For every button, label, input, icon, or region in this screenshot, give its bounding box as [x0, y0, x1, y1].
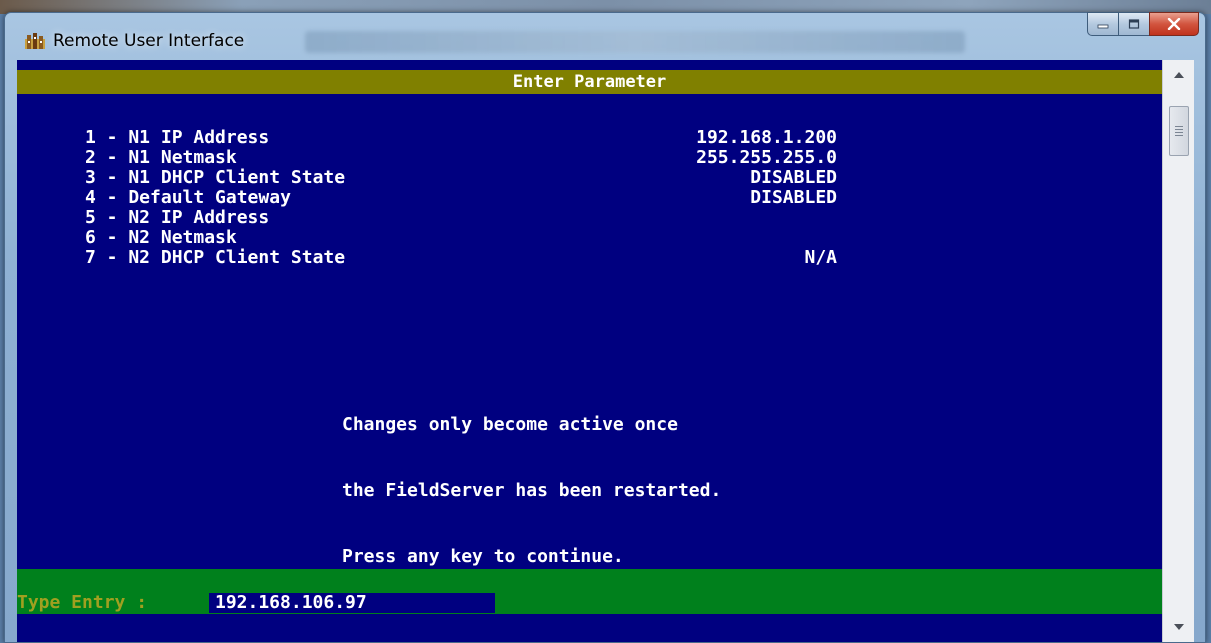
client-area: Enter Parameter 1 - N1 IP Address 192.16…: [17, 60, 1194, 642]
maximize-button[interactable]: [1118, 12, 1149, 36]
close-button[interactable]: [1149, 12, 1199, 36]
close-icon: [1167, 18, 1181, 30]
scroll-down-button[interactable]: [1163, 616, 1194, 638]
param-label: 5 - N2 IP Address: [85, 207, 270, 228]
window-title: Remote User Interface: [53, 31, 245, 51]
entry-field[interactable]: [209, 593, 495, 613]
param-row[interactable]: 4 - Default Gateway DISABLED: [17, 188, 1162, 208]
notice-line: the FieldServer has been restarted.: [342, 480, 722, 501]
param-row[interactable]: 6 - N2 Netmask: [17, 228, 1162, 248]
param-row[interactable]: 7 - N2 DHCP Client State N/A: [17, 248, 1162, 268]
param-value: 255.255.255.0: [696, 147, 837, 168]
terminal-screen[interactable]: Enter Parameter 1 - N1 IP Address 192.16…: [17, 60, 1162, 642]
parameter-list: 1 - N1 IP Address 192.168.1.200 2 - N1 N…: [17, 128, 1162, 268]
entry-label: Type Entry :: [17, 592, 158, 613]
param-label: 3 - N1 DHCP Client State: [85, 167, 346, 188]
thumb-grip: [1175, 135, 1183, 136]
scroll-up-button[interactable]: [1163, 64, 1194, 86]
param-value: DISABLED: [750, 167, 837, 188]
title-bar-backdrop: [305, 31, 965, 53]
vertical-scrollbar[interactable]: [1162, 60, 1194, 642]
thumb-grip: [1175, 129, 1183, 130]
scroll-thumb[interactable]: [1169, 106, 1189, 156]
param-label: 6 - N2 Netmask: [85, 227, 237, 248]
param-row[interactable]: 3 - N1 DHCP Client State DISABLED: [17, 168, 1162, 188]
param-value: 192.168.1.200: [696, 127, 837, 148]
param-value: DISABLED: [750, 187, 837, 208]
entry-padding: [497, 593, 1147, 613]
remote-ui-window: Remote User Interface Enter Parameter 1 …: [4, 12, 1206, 643]
maximize-icon: [1128, 19, 1140, 29]
param-label: 2 - N1 Netmask: [85, 147, 237, 168]
building-icon: [25, 33, 45, 49]
minimize-button[interactable]: [1087, 12, 1118, 36]
thumb-grip: [1175, 132, 1183, 133]
entry-bar: Type Entry :: [17, 569, 1162, 614]
param-row[interactable]: 1 - N1 IP Address 192.168.1.200: [17, 128, 1162, 148]
param-row[interactable]: 5 - N2 IP Address: [17, 208, 1162, 228]
minimize-icon: [1097, 24, 1109, 29]
chevron-down-icon: [1173, 624, 1184, 630]
notice-line: Changes only become active once: [342, 414, 678, 435]
param-label: 4 - Default Gateway: [85, 187, 291, 208]
param-label: 1 - N1 IP Address: [85, 127, 270, 148]
chevron-up-icon: [1173, 72, 1184, 78]
param-label: 7 - N2 DHCP Client State: [85, 247, 346, 268]
notice-line: Press any key to continue.: [342, 546, 624, 567]
param-value: N/A: [804, 247, 837, 268]
title-bar[interactable]: Remote User Interface: [5, 12, 1205, 63]
param-row[interactable]: 2 - N1 Netmask 255.255.255.0: [17, 148, 1162, 168]
caption-buttons: [1087, 12, 1199, 36]
thumb-grip: [1175, 126, 1183, 127]
screen-header: Enter Parameter: [17, 70, 1162, 94]
